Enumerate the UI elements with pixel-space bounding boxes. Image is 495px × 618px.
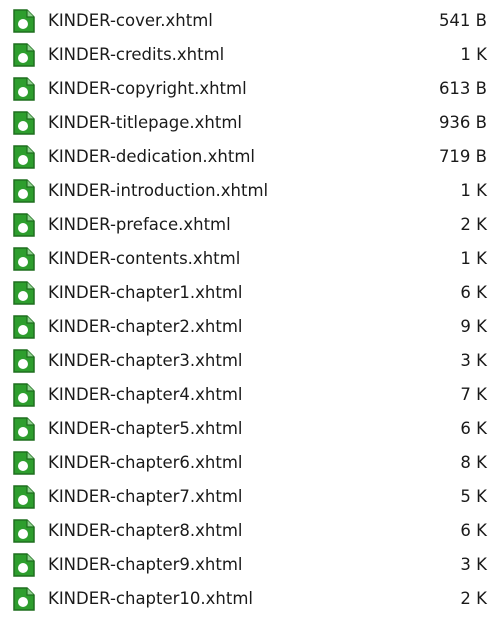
file-size: 1 K [460,181,487,200]
file-name: KINDER-titlepage.xhtml [48,113,242,132]
xhtml-file-icon [12,247,36,271]
file-name: KINDER-chapter7.xhtml [48,487,243,506]
file-name: KINDER-chapter9.xhtml [48,555,243,574]
xhtml-file-icon [12,145,36,169]
file-name: KINDER-contents.xhtml [48,249,241,268]
file-name: KINDER-chapter4.xhtml [48,385,243,404]
file-list: KINDER-cover.xhtml 541 B KINDER-credits.… [0,0,495,618]
file-name: KINDER-chapter5.xhtml [48,419,243,438]
xhtml-file-icon [12,179,36,203]
file-name: KINDER-copyright.xhtml [48,79,247,98]
file-size: 3 K [460,351,487,370]
xhtml-file-icon [12,587,36,611]
file-row[interactable]: KINDER-chapter5.xhtml 6 K [0,412,495,446]
file-size: 9 K [460,317,487,336]
file-size: 6 K [460,521,487,540]
file-row[interactable]: KINDER-chapter1.xhtml 6 K [0,276,495,310]
file-size: 936 B [438,113,487,132]
file-row[interactable]: KINDER-chapter6.xhtml 8 K [0,446,495,480]
file-name: KINDER-credits.xhtml [48,45,225,64]
file-name: KINDER-chapter8.xhtml [48,521,243,540]
file-name: KINDER-chapter10.xhtml [48,589,254,608]
file-row[interactable]: KINDER-titlepage.xhtml 936 B [0,106,495,140]
xhtml-file-icon [12,485,36,509]
file-name: KINDER-dedication.xhtml [48,147,255,166]
xhtml-file-icon [12,519,36,543]
xhtml-file-icon [12,451,36,475]
xhtml-file-icon [12,213,36,237]
file-row[interactable]: KINDER-chapter9.xhtml 3 K [0,548,495,582]
file-size: 1 K [460,249,487,268]
file-size: 7 K [460,385,487,404]
file-name: KINDER-introduction.xhtml [48,181,269,200]
file-row[interactable]: KINDER-preface.xhtml 2 K [0,208,495,242]
xhtml-file-icon [12,349,36,373]
file-size: 5 K [460,487,487,506]
file-size: 6 K [460,283,487,302]
file-size: 541 B [438,11,487,30]
file-name: KINDER-chapter2.xhtml [48,317,243,336]
file-row[interactable]: KINDER-chapter2.xhtml 9 K [0,310,495,344]
file-name: KINDER-chapter6.xhtml [48,453,243,472]
xhtml-file-icon [12,383,36,407]
file-size: 719 B [438,147,487,166]
file-size: 3 K [460,555,487,574]
file-row[interactable]: KINDER-introduction.xhtml 1 K [0,174,495,208]
xhtml-file-icon [12,111,36,135]
xhtml-file-icon [12,553,36,577]
file-name: KINDER-preface.xhtml [48,215,231,234]
file-row[interactable]: KINDER-cover.xhtml 541 B [0,4,495,38]
file-row[interactable]: KINDER-chapter8.xhtml 6 K [0,514,495,548]
xhtml-file-icon [12,9,36,33]
xhtml-file-icon [12,417,36,441]
file-name: KINDER-cover.xhtml [48,11,213,30]
file-size: 613 B [438,79,487,98]
file-row[interactable]: KINDER-credits.xhtml 1 K [0,38,495,72]
file-size: 8 K [460,453,487,472]
file-name: KINDER-chapter1.xhtml [48,283,243,302]
file-row[interactable]: KINDER-chapter3.xhtml 3 K [0,344,495,378]
xhtml-file-icon [12,77,36,101]
file-size: 2 K [460,215,487,234]
file-row[interactable]: KINDER-chapter10.xhtml 2 K [0,582,495,616]
file-size: 2 K [460,589,487,608]
file-row[interactable]: KINDER-chapter4.xhtml 7 K [0,378,495,412]
file-row[interactable]: KINDER-contents.xhtml 1 K [0,242,495,276]
file-name: KINDER-chapter3.xhtml [48,351,243,370]
file-row[interactable]: KINDER-copyright.xhtml 613 B [0,72,495,106]
file-size: 6 K [460,419,487,438]
file-row[interactable]: KINDER-chapter7.xhtml 5 K [0,480,495,514]
file-size: 1 K [460,45,487,64]
file-row[interactable]: KINDER-dedication.xhtml 719 B [0,140,495,174]
xhtml-file-icon [12,281,36,305]
xhtml-file-icon [12,43,36,67]
xhtml-file-icon [12,315,36,339]
